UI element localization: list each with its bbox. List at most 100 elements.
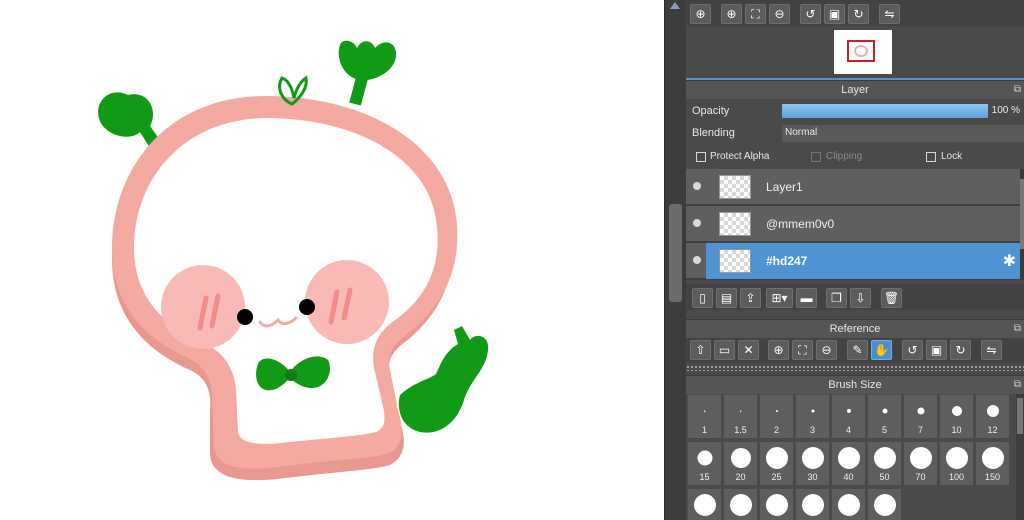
zoom-in-icon[interactable]: ⊕ xyxy=(768,340,789,360)
duplicate-layer-icon[interactable]: ❐ xyxy=(826,288,847,308)
rotate-right-icon[interactable]: ↻ xyxy=(848,4,869,24)
merge-layer-icon[interactable]: ⇩ xyxy=(850,288,871,308)
brush-size-dot xyxy=(873,494,896,516)
brush-size-dot xyxy=(801,494,824,516)
navigator-mini-art xyxy=(854,45,868,57)
brush-size-dot xyxy=(703,410,706,412)
layer-row-selected[interactable]: #hd247 ✱ xyxy=(686,243,1020,279)
brush-size-cell[interactable]: 15 xyxy=(687,441,722,486)
brush-size-label: 150 xyxy=(984,472,1001,482)
brush-size-cell[interactable] xyxy=(723,488,758,520)
eyedropper-icon[interactable]: ✎ xyxy=(847,340,868,360)
rotate-right-icon[interactable]: ↻ xyxy=(950,340,971,360)
layer-row[interactable]: Layer1 xyxy=(686,169,1020,205)
layer-visibility-toggle[interactable] xyxy=(693,256,701,264)
brush-size-cell[interactable]: 1 xyxy=(687,394,722,439)
layer-row[interactable]: @mmem0v0 xyxy=(686,206,1020,242)
flip-horizontal-icon[interactable]: ⇋ xyxy=(879,4,900,24)
brush-size-label: 12 xyxy=(987,425,998,435)
navigator-preview[interactable] xyxy=(686,28,1024,78)
zoom-out-icon[interactable]: ⊖ xyxy=(816,340,837,360)
detach-panel-icon[interactable]: ⧉ xyxy=(1014,84,1021,95)
new-layer-icon[interactable]: ▯ xyxy=(692,288,713,308)
layer-row-body[interactable]: @mmem0v0 xyxy=(706,206,1020,242)
brush-size-dot xyxy=(873,447,896,469)
fit-screen-icon[interactable]: ⛶ xyxy=(792,340,813,360)
brush-size-cell[interactable]: 50 xyxy=(867,441,902,486)
brush-size-cell[interactable] xyxy=(759,488,794,520)
navigator-thumbnail[interactable] xyxy=(834,30,892,74)
reference-panel-title: Reference xyxy=(829,323,881,335)
drawing-canvas[interactable] xyxy=(0,0,664,520)
actual-size-icon[interactable]: ▣ xyxy=(824,4,845,24)
detach-panel-icon[interactable]: ⧉ xyxy=(1014,323,1021,334)
actual-size-icon[interactable]: ▣ xyxy=(926,340,947,360)
zoom-out-icon[interactable]: ⊖ xyxy=(769,4,790,24)
protect-alpha-label: Protect Alpha xyxy=(710,151,770,162)
brush-size-cell[interactable]: 12 xyxy=(975,394,1010,439)
skull-character-icon xyxy=(98,40,489,481)
rotate-left-icon[interactable]: ↺ xyxy=(902,340,923,360)
brush-size-scrollbar[interactable] xyxy=(1016,394,1024,520)
delete-layer-icon[interactable]: 🗑 xyxy=(881,288,902,308)
brush-size-label: 1.5 xyxy=(734,425,747,435)
brush-size-cell[interactable]: 7 xyxy=(903,394,938,439)
brush-size-cell[interactable]: 3 xyxy=(795,394,830,439)
opacity-value: 100 % xyxy=(991,105,1020,116)
brush-size-cell[interactable] xyxy=(831,488,866,520)
lock-checkbox[interactable] xyxy=(926,152,936,162)
brush-size-cell[interactable]: 1.5 xyxy=(723,394,758,439)
rotate-left-icon[interactable]: ↺ xyxy=(800,4,821,24)
blending-row: Blending Normal xyxy=(686,123,1024,143)
brush-size-cell[interactable]: 70 xyxy=(903,441,938,486)
add-layer-menu-icon[interactable]: ⊞▾ xyxy=(766,288,793,308)
layer-list-scroll-thumb[interactable] xyxy=(1020,179,1024,249)
folder-icon[interactable]: ▬ xyxy=(796,288,817,308)
brush-size-cell[interactable] xyxy=(867,488,902,520)
open-folder-icon[interactable]: ▭ xyxy=(714,340,735,360)
detach-panel-icon[interactable]: ⧉ xyxy=(1014,379,1021,390)
new-raster-layer-icon[interactable]: ▤ xyxy=(716,288,737,308)
brush-size-cell[interactable]: 4 xyxy=(831,394,866,439)
fit-screen-icon[interactable]: ⛶ xyxy=(745,4,766,24)
layer-row-body[interactable]: #hd247 ✱ xyxy=(706,243,1020,279)
upload-image-icon[interactable]: ⇧ xyxy=(690,340,711,360)
scroll-up-arrow-icon[interactable] xyxy=(670,2,680,9)
import-layer-icon[interactable]: ⇪ xyxy=(740,288,761,308)
brush-size-cell[interactable]: 100 xyxy=(939,441,974,486)
protect-alpha-checkbox[interactable] xyxy=(696,152,706,162)
brush-size-cell[interactable]: 150 xyxy=(975,441,1010,486)
brush-size-cell[interactable] xyxy=(687,488,722,520)
brush-size-label: 10 xyxy=(951,425,962,435)
layer-visibility-toggle[interactable] xyxy=(693,219,701,227)
canvas-vertical-scrollbar[interactable] xyxy=(664,0,686,520)
brush-size-cell[interactable] xyxy=(795,488,830,520)
close-icon[interactable]: ✕ xyxy=(738,340,759,360)
navigator-viewport-rect[interactable] xyxy=(847,40,875,62)
hand-icon[interactable]: ✋ xyxy=(871,340,892,360)
flip-horizontal-icon[interactable]: ⇋ xyxy=(981,340,1002,360)
clipping-checkbox[interactable] xyxy=(811,152,821,162)
brush-size-dot xyxy=(846,409,851,413)
blending-select[interactable]: Normal xyxy=(782,125,1024,142)
zoom-search-icon[interactable]: ⊕ xyxy=(690,4,711,24)
layer-thumbnail xyxy=(719,249,751,273)
zoom-in-icon[interactable]: ⊕ xyxy=(721,4,742,24)
brush-size-dot xyxy=(765,494,788,516)
brush-size-scroll-thumb[interactable] xyxy=(1017,398,1023,434)
scroll-thumb[interactable] xyxy=(669,204,682,302)
brush-size-dot xyxy=(730,448,751,468)
brush-size-cell[interactable]: 30 xyxy=(795,441,830,486)
brush-size-label: 50 xyxy=(879,472,890,482)
brush-size-cell[interactable]: 40 xyxy=(831,441,866,486)
layer-list-scrollbar[interactable] xyxy=(1020,169,1024,280)
brush-size-cell[interactable]: 5 xyxy=(867,394,902,439)
opacity-slider[interactable] xyxy=(782,104,988,118)
brush-size-cell[interactable]: 10 xyxy=(939,394,974,439)
brush-size-cell[interactable]: 20 xyxy=(723,441,758,486)
brush-size-cell[interactable]: 25 xyxy=(759,441,794,486)
brush-size-cell[interactable]: 2 xyxy=(759,394,794,439)
layer-visibility-toggle[interactable] xyxy=(693,182,701,190)
layer-row-body[interactable]: Layer1 xyxy=(706,169,1020,205)
gear-icon[interactable]: ✱ xyxy=(1003,251,1016,271)
